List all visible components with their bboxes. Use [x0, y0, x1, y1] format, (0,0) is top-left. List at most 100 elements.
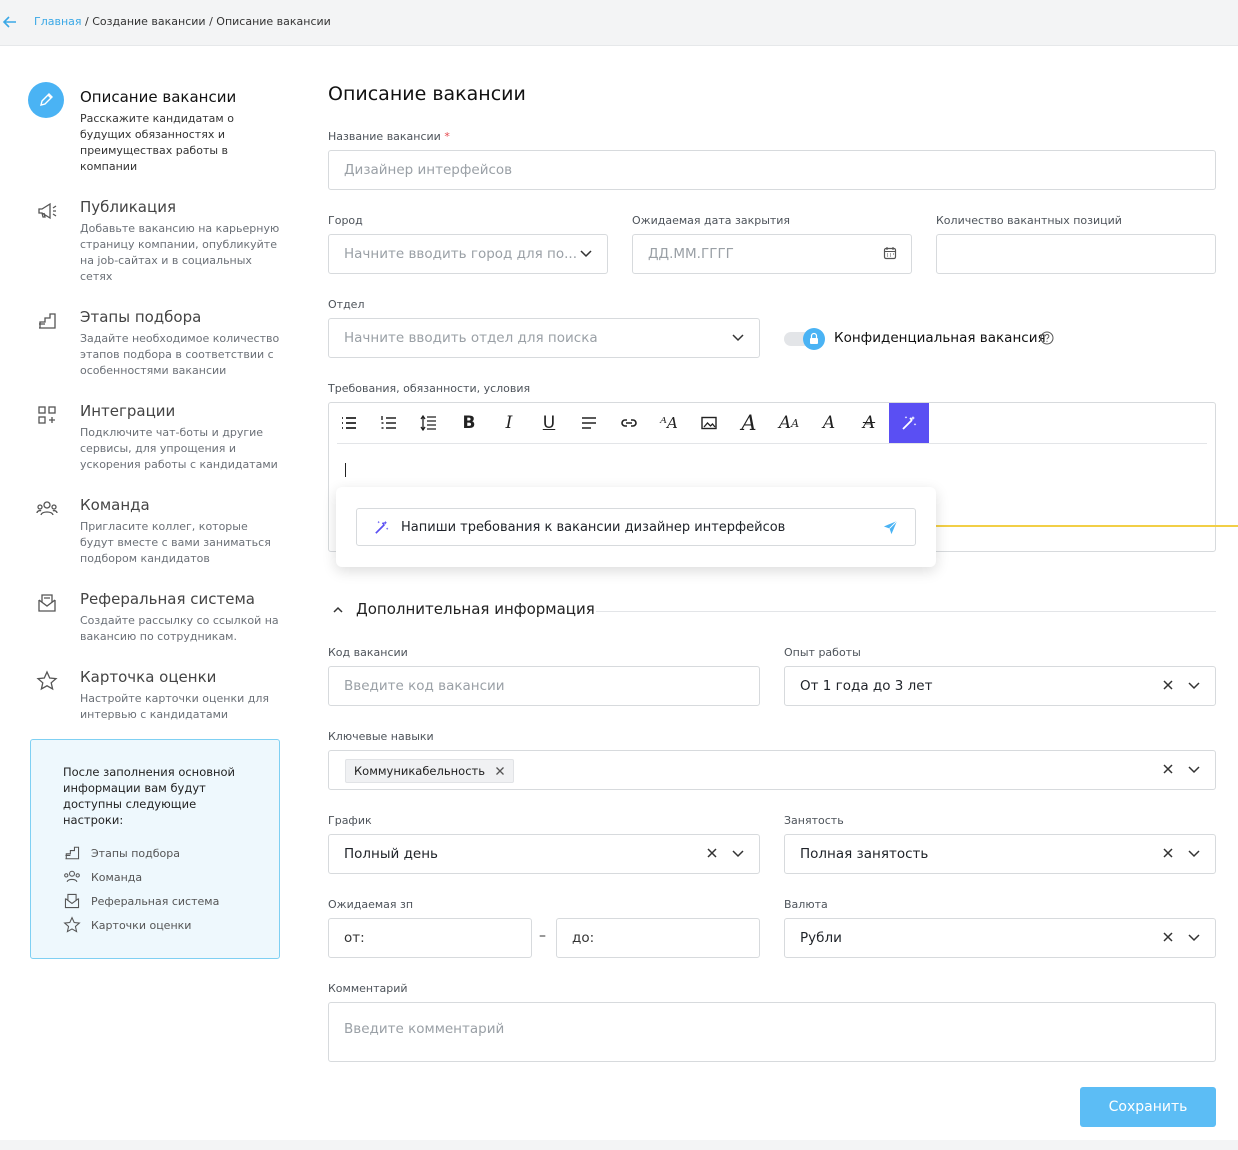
comment-textarea[interactable]: Введите комментарий	[328, 1002, 1216, 1062]
megaphone-icon	[38, 202, 57, 220]
skill-chip-label: Коммуникабельность	[354, 764, 485, 778]
breadcrumb-separator: /	[81, 15, 93, 28]
font-icon[interactable]: A	[729, 403, 769, 443]
salary-from-input[interactable]: от:	[328, 918, 532, 958]
bold-icon[interactable]: B	[449, 403, 489, 443]
city-select[interactable]: Начните вводить город для по...	[328, 234, 608, 274]
comment-label: Комментарий	[328, 982, 408, 995]
info-item: Карточки оценки	[63, 916, 191, 934]
currency-select[interactable]: Рубли	[784, 918, 1216, 958]
ai-prompt-input[interactable]: Напиши требования к вакансии дизайнер ин…	[356, 508, 916, 546]
experience-label: Опыт работы	[784, 646, 861, 659]
chevron-down-icon[interactable]	[1187, 762, 1201, 776]
city-placeholder: Начните вводить город для по...	[344, 246, 577, 262]
grid-plus-icon	[38, 406, 56, 424]
breadcrumb-create[interactable]: Создание вакансии	[92, 15, 205, 28]
positions-input[interactable]	[936, 234, 1216, 274]
chevron-down-icon[interactable]	[1187, 930, 1201, 944]
requirements-label: Требования, обязанности, условия	[328, 382, 531, 395]
chevron-down-icon[interactable]	[1187, 846, 1201, 860]
page-title: Описание вакансии	[328, 83, 526, 105]
text-cursor	[345, 463, 346, 477]
chevron-down-icon[interactable]	[1187, 678, 1201, 692]
clear-icon[interactable]	[1161, 846, 1175, 860]
vacancy-name-input[interactable]: Дизайнер интерфейсов	[328, 150, 1216, 190]
calendar-icon[interactable]	[883, 246, 897, 260]
underline-icon[interactable]: U	[529, 403, 569, 443]
indent-icon[interactable]	[409, 403, 449, 443]
skills-select[interactable]: Коммуникабельность	[328, 750, 1216, 790]
help-icon[interactable]	[1040, 331, 1054, 345]
info-item-label: Карточки оценки	[91, 918, 192, 932]
department-label: Отдел	[328, 298, 365, 311]
schedule-select[interactable]: Полный день	[328, 834, 760, 874]
clear-icon[interactable]	[1161, 762, 1175, 776]
chevron-down-icon[interactable]	[579, 246, 593, 260]
step-title: Реферальная система	[80, 590, 255, 608]
numbered-list-icon[interactable]	[369, 403, 409, 443]
salary-label: Ожидаемая зп	[328, 898, 414, 911]
step-title: Публикация	[80, 198, 176, 216]
close-date-placeholder: ДД.ММ.ГГГГ	[648, 246, 734, 262]
link-icon[interactable]	[609, 403, 649, 443]
back-arrow-icon[interactable]	[2, 14, 18, 30]
mail-icon	[64, 893, 80, 909]
employment-select[interactable]: Полная занятость	[784, 834, 1216, 874]
editor-toolbar: B I U ᴬA A AA A A	[329, 403, 1217, 443]
breadcrumb-home-link[interactable]: Главная	[34, 15, 82, 28]
font-color-icon[interactable]: A	[809, 403, 849, 443]
skills-label: Ключевые навыки	[328, 730, 434, 743]
salary-to-input[interactable]: до:	[556, 918, 760, 958]
required-mark: *	[444, 130, 450, 143]
mail-icon	[38, 594, 56, 612]
image-icon[interactable]	[689, 403, 729, 443]
stairs-icon	[65, 846, 80, 860]
close-date-input[interactable]: ДД.ММ.ГГГГ	[632, 234, 912, 274]
step-desc: Настройте карточки оценки для интервью с…	[80, 692, 270, 721]
additional-info-section[interactable]: Дополнительная информация	[328, 600, 1216, 620]
code-label: Код вакансии	[328, 646, 408, 659]
send-icon[interactable]	[882, 519, 899, 536]
step-desc: Создайте рассылку со ссылкой на вакансию…	[80, 614, 279, 643]
confidential-toggle[interactable]	[784, 328, 828, 350]
clear-icon[interactable]	[1161, 678, 1175, 692]
top-bar: Главная / Создание вакансии / Описание в…	[0, 0, 1238, 46]
chevron-down-icon[interactable]	[731, 846, 745, 860]
department-select[interactable]: Начните вводить отдел для поиска	[328, 318, 760, 358]
team-icon	[36, 501, 58, 516]
font-size-icon[interactable]: AA	[769, 403, 809, 443]
align-icon[interactable]	[569, 403, 609, 443]
chevron-up-icon[interactable]	[332, 604, 344, 616]
experience-value: От 1 года до 3 лет	[800, 678, 933, 694]
step-desc: Пригласите коллег, которые будут вместе …	[80, 520, 271, 565]
breadcrumb-separator: /	[205, 15, 217, 28]
clear-icon[interactable]	[705, 846, 719, 860]
clear-icon[interactable]	[1161, 930, 1175, 944]
page-bottom-edge	[0, 1140, 1238, 1150]
info-item: Реферальная система	[63, 892, 219, 910]
step-title: Карточка оценки	[80, 668, 217, 686]
code-placeholder: Введите код вакансии	[344, 678, 505, 694]
team-icon	[64, 870, 80, 883]
experience-select[interactable]: От 1 года до 3 лет	[784, 666, 1216, 706]
text-format-icon[interactable]: ᴬA	[649, 403, 689, 443]
ai-prompt-popup: Напиши требования к вакансии дизайнер ин…	[336, 487, 936, 567]
chevron-down-icon[interactable]	[731, 330, 745, 344]
highlight-line	[936, 525, 1238, 527]
currency-label: Валюта	[784, 898, 828, 911]
step-title: Интеграции	[80, 402, 176, 420]
italic-icon[interactable]: I	[489, 403, 529, 443]
salary-dash: –	[539, 928, 546, 944]
bullet-list-icon[interactable]	[329, 403, 369, 443]
info-box: После заполнения основной информации вам…	[30, 739, 280, 959]
code-input[interactable]: Введите код вакансии	[328, 666, 760, 706]
chip-remove-icon[interactable]	[495, 766, 505, 776]
breadcrumb-current: Описание вакансии	[216, 15, 331, 28]
confidential-label: Конфиденциальная вакансия	[834, 330, 1046, 346]
employment-value: Полная занятость	[800, 846, 929, 862]
clear-format-icon[interactable]: A	[849, 403, 889, 443]
skill-chip: Коммуникабельность	[345, 759, 514, 783]
save-button[interactable]: Сохранить	[1080, 1087, 1216, 1127]
salary-to-placeholder: до:	[572, 930, 595, 946]
ai-magic-wand-icon[interactable]	[889, 403, 929, 443]
